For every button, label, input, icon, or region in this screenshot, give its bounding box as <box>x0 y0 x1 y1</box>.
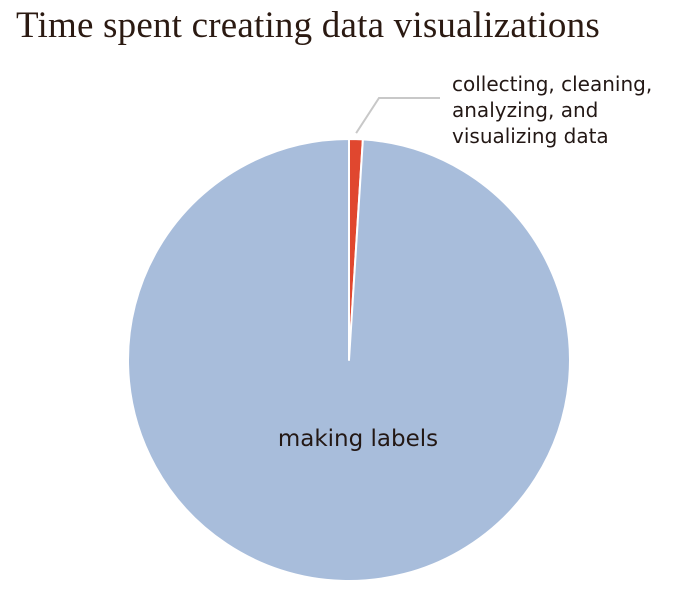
leader-line <box>355 97 440 134</box>
slice-label-0: collecting, cleaning, analyzing, and visua… <box>452 72 652 148</box>
slice-label-0-line: collecting, cleaning, <box>452 72 652 96</box>
slice-label-0-line: visualizing data <box>452 124 609 148</box>
pie-chart: collecting, cleaning, analyzing, and visua… <box>127 72 652 582</box>
slice-label-0-line: analyzing, and <box>452 98 598 122</box>
slice-label-1: making labels <box>278 426 438 452</box>
pie-slice-1 <box>127 138 571 582</box>
